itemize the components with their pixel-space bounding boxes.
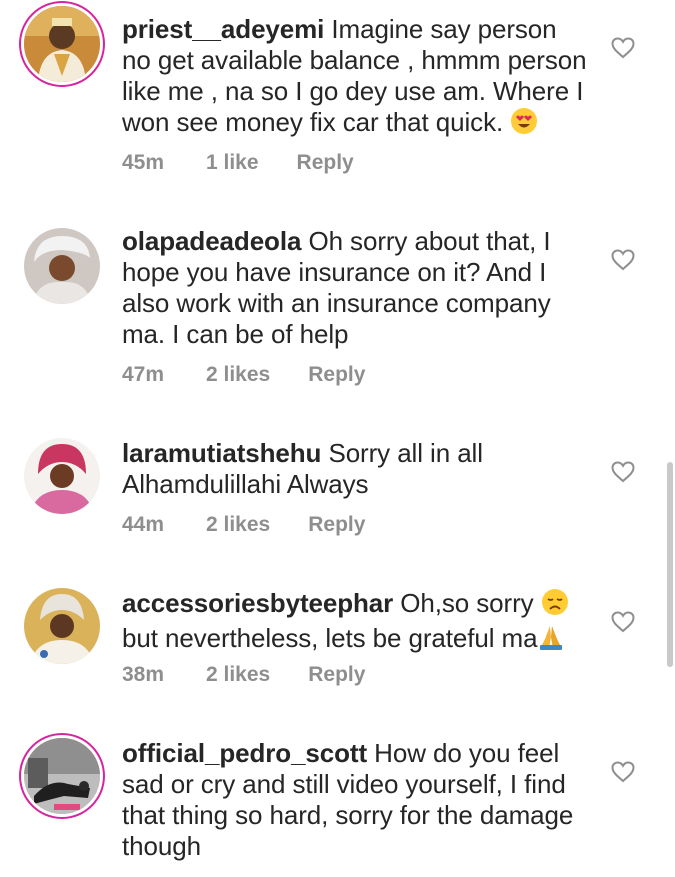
comment-username[interactable]: laramutiatshehu [122, 438, 321, 468]
comment-text: olapadeadeola Oh sorry about that, I hop… [122, 226, 592, 350]
comment-username[interactable]: official_pedro_scott [122, 738, 367, 768]
comment-meta: 44m 2 likes Reply [122, 513, 365, 537]
heart-outline-icon[interactable] [611, 611, 635, 633]
avatar[interactable] [24, 588, 100, 664]
avatar[interactable] [24, 738, 100, 814]
heart-outline-icon[interactable] [611, 249, 635, 271]
comment-meta: 38m 2 likes Reply [122, 663, 365, 687]
comment-username[interactable]: priest__adeyemi [122, 14, 324, 44]
disappointed-face-emoji [541, 588, 569, 623]
comment-meta: 47m 2 likes Reply [122, 363, 365, 387]
comment-likes[interactable]: 2 likes [206, 663, 270, 687]
comment-likes[interactable]: 2 likes [206, 513, 270, 537]
comment-time: 47m [122, 363, 165, 386]
heart-outline-icon[interactable] [611, 461, 635, 483]
avatar[interactable] [24, 6, 100, 82]
comment-username[interactable]: olapadeadeola [122, 226, 301, 256]
comment-likes[interactable]: 2 likes [206, 363, 270, 387]
comment-time: 45m [122, 151, 165, 174]
avatar[interactable] [24, 438, 100, 514]
comment-username[interactable]: accessoriesbyteephar [122, 588, 393, 618]
comment-time: 38m [122, 663, 165, 686]
comment-meta: 45m 1 like Reply [122, 151, 354, 175]
heart-eyes-emoji [510, 107, 538, 142]
comment-text: laramutiatshehu Sorry all in all Alhamdu… [122, 438, 592, 500]
comment-text: accessoriesbyteephar Oh,so sorry but nev… [122, 588, 592, 658]
reply-button[interactable]: Reply [308, 663, 365, 687]
avatar[interactable] [24, 228, 100, 304]
comment-likes[interactable]: 1 like [206, 151, 259, 175]
reply-button[interactable]: Reply [308, 363, 365, 387]
comment-body-continued: but nevertheless, lets be grateful ma [122, 623, 538, 653]
comment-text: official_pedro_scott How do you feel sad… [122, 738, 592, 862]
heart-outline-icon[interactable] [611, 761, 635, 783]
comment-body: Oh,so sorry [393, 588, 541, 618]
folded-hands-emoji [537, 623, 565, 658]
reply-button[interactable]: Reply [297, 151, 354, 175]
comment-time: 44m [122, 513, 165, 536]
comment-text: priest__adeyemi Imagine say person no ge… [122, 14, 592, 142]
scrollbar[interactable] [667, 462, 673, 667]
reply-button[interactable]: Reply [308, 513, 365, 537]
heart-outline-icon[interactable] [611, 37, 635, 59]
